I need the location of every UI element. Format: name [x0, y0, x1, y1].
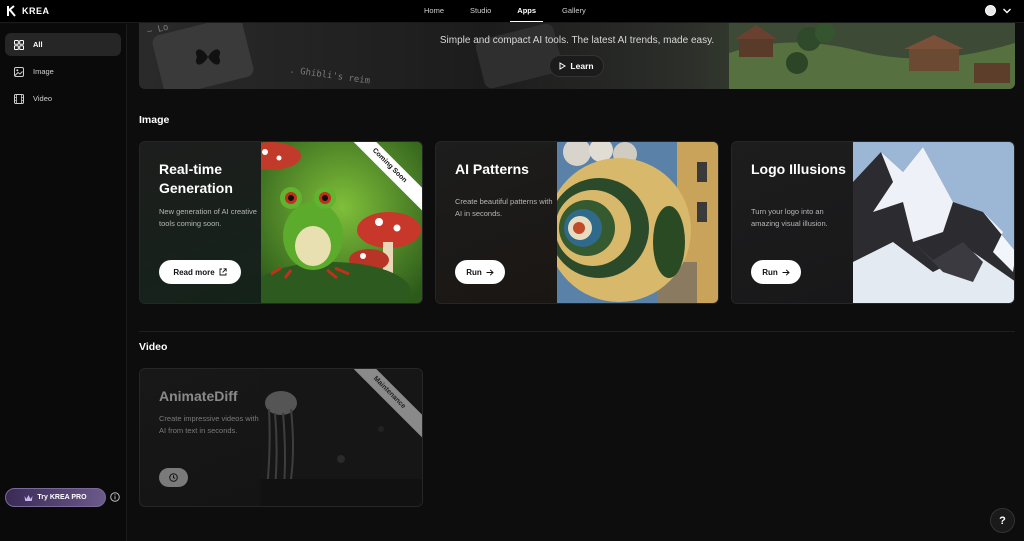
app-card-realtime-generation[interactable]: Real-time Generation New generation of A… [139, 141, 423, 304]
read-more-label: Read more [173, 267, 215, 277]
section-divider [139, 331, 1015, 332]
learn-button[interactable]: Learn [549, 55, 604, 77]
nav-apps[interactable]: Apps [504, 0, 549, 22]
chevron-down-icon[interactable] [1002, 6, 1012, 16]
card-title: AnimateDiff [159, 388, 238, 404]
run-button[interactable]: Run [455, 260, 505, 284]
crown-icon [24, 494, 33, 501]
sidebar-item-label: All [33, 40, 43, 49]
card-description: Create impressive videos with AI from te… [159, 414, 259, 435]
sidebar-item-label: Video [33, 94, 53, 103]
top-nav: Home Studio Apps Gallery [411, 0, 599, 22]
app-card-logo-illusions[interactable]: Logo Illusions Turn your logo into an am… [731, 141, 1015, 304]
learn-label: Learn [570, 61, 594, 71]
logo-text: KREA [22, 6, 50, 16]
card-title: Logo Illusions [751, 161, 846, 177]
help-button[interactable]: ? [990, 508, 1015, 533]
krea-logo[interactable]: KREA [7, 5, 50, 17]
top-bar: KREA Home Studio Apps Gallery [0, 0, 1024, 23]
info-icon[interactable] [110, 492, 120, 502]
card-description: Create beautiful patterns with AI in sec… [455, 197, 553, 218]
card-title: Real-time Generation [159, 161, 233, 196]
butterfly-icon [195, 49, 221, 65]
play-icon [559, 62, 567, 70]
spiral-pattern-image [557, 142, 718, 303]
try-pro-button[interactable]: Try KREA PRO [5, 488, 106, 507]
jellyfish-video-image [261, 369, 422, 506]
sidebar-item-label: Image [33, 67, 54, 76]
card-description: Turn your logo into an amazing visual il… [751, 207, 828, 228]
section-title-image: Image [139, 114, 170, 126]
nav-studio[interactable]: Studio [457, 0, 504, 22]
hero-village-art [729, 23, 1015, 89]
app-card-animatediff[interactable]: AnimateDiff Create impressive videos wit… [139, 368, 423, 507]
hero-decor-text: . Ghibli's reim [288, 65, 371, 87]
sidebar-item-video[interactable]: Video [5, 87, 121, 110]
user-menu[interactable] [985, 5, 1012, 16]
section-title-video: Video [139, 341, 168, 353]
run-label: Run [762, 267, 778, 277]
card-title: AI Patterns [455, 161, 529, 177]
run-label: Run [466, 267, 482, 277]
nav-gallery[interactable]: Gallery [549, 0, 599, 22]
try-pro-label: Try KREA PRO [37, 494, 87, 501]
image-icon [14, 66, 24, 77]
sidebar-item-all[interactable]: All [5, 33, 121, 56]
sidebar: All Image Video Try KREA PRO [0, 24, 127, 541]
card-description: New generation of AI creative tools comi… [159, 207, 257, 228]
run-button[interactable]: Run [751, 260, 801, 284]
nav-home[interactable]: Home [411, 0, 457, 22]
clock-icon [169, 473, 178, 482]
mountain-image [853, 142, 1014, 303]
external-link-icon [219, 268, 227, 276]
read-more-button[interactable]: Read more [159, 260, 241, 284]
sidebar-item-image[interactable]: Image [5, 60, 121, 83]
avatar[interactable] [985, 5, 996, 16]
hero-subtitle: Simple and compact AI tools. The latest … [439, 35, 715, 46]
grid-icon [14, 39, 24, 50]
app-card-ai-patterns[interactable]: AI Patterns Create beautiful patterns wi… [435, 141, 719, 304]
arrow-right-icon [782, 268, 790, 276]
hero-banner: ~ Lo . Ghibli's reim Simple and compact … [139, 23, 1015, 89]
arrow-right-icon [486, 268, 494, 276]
hero-tile-2 [474, 23, 564, 89]
krea-logo-icon [7, 5, 16, 17]
maintenance-clock-button [159, 468, 188, 487]
film-icon [14, 93, 24, 104]
